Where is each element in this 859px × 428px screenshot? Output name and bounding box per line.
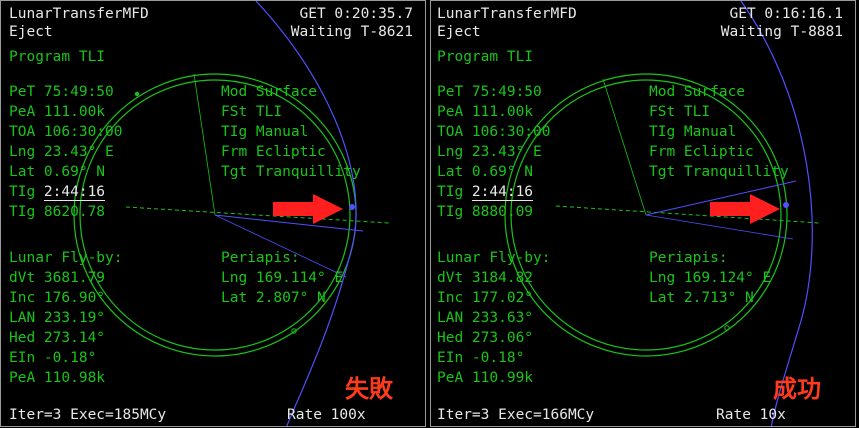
ejection-point-dot [783, 202, 789, 208]
ein-value: EIn -0.18° [437, 350, 525, 366]
tig-prefix: TIg [9, 184, 44, 200]
tig-input[interactable]: 2:44:16 [471, 184, 534, 201]
trajectory-vector-line [214, 214, 347, 278]
orbit-marker-ring [724, 325, 730, 331]
hed-value: Hed 273.06° [437, 330, 534, 346]
dvt-value: dVt 3184.82 [437, 270, 534, 286]
waiting-countdown: Waiting T-8621 [290, 24, 413, 40]
tig-seconds: TIg 8620.78 [9, 204, 106, 220]
lng-value: Lng 23.43° E [9, 144, 114, 160]
periapsis-lat: Lat 2.713° N [649, 290, 754, 306]
pet-value: PeT 75:49:50 [9, 84, 114, 100]
lan-value: LAN 233.63° [437, 310, 534, 326]
inc-value: Inc 177.02° [437, 290, 534, 306]
program-label: Program TLI [9, 49, 106, 65]
time-rate: Rate 10x [716, 407, 786, 423]
tig-seconds: TIg 8880.09 [437, 204, 534, 220]
pea2-value: PeA 110.99k [437, 370, 534, 386]
ejection-point-dot [349, 204, 355, 210]
inc-value: Inc 176.90° [9, 290, 106, 306]
mod-setting[interactable]: Mod Surface [649, 83, 745, 101]
mode-label: Eject [437, 24, 481, 40]
target-setting[interactable]: Tgt Tranquillity [221, 163, 361, 181]
result-label-failure: 失敗 [345, 375, 393, 403]
periapsis-lng: Lng 169.124° E [649, 270, 772, 286]
mfd-title: LunarTransferMFD [9, 6, 149, 22]
periapsis-lng: Lng 169.114° E [221, 270, 344, 286]
fst-setting[interactable]: FSt TLI [221, 103, 282, 121]
radial-line [193, 73, 216, 216]
mfd-panel-left: LunarTransferMFD GET 0:20:35.7 Eject Wai… [0, 0, 426, 427]
toa-value: TOA 106:30:00 [9, 124, 123, 140]
mode-label: Eject [9, 24, 53, 40]
lat-value: Lat 0.69° N [437, 164, 534, 180]
target-setting[interactable]: Tgt Tranquillity [649, 163, 789, 181]
tig-row: TIg 2:44:16 [437, 183, 534, 201]
tig-input[interactable]: 2:44:16 [43, 184, 106, 201]
lng-value: Lng 23.43° E [437, 144, 542, 160]
time-rate: Rate 100x [287, 407, 366, 423]
pea-value: PeA 111.00k [9, 104, 106, 120]
hed-value: Hed 273.14° [9, 330, 106, 346]
periapsis-header: Periapis: [649, 250, 728, 266]
tig-mode-setting[interactable]: TIg Manual [221, 123, 308, 141]
flyby-header: Lunar Fly-by: [437, 250, 551, 266]
radial-line [602, 78, 647, 216]
mfd-panel-right: LunarTransferMFD GET 0:16:16.1 Eject Wai… [430, 0, 856, 427]
pea2-value: PeA 110.98k [9, 370, 106, 386]
red-arrow-icon [710, 194, 780, 224]
iter-exec-status: Iter=3 Exec=185MCy [9, 407, 167, 423]
flyby-header: Lunar Fly-by: [9, 250, 123, 266]
periapsis-header: Periapis: [221, 250, 300, 266]
orbit-marker-dot [134, 91, 140, 97]
mfd-title: LunarTransferMFD [437, 6, 577, 22]
lat-value: Lat 0.69° N [9, 164, 106, 180]
red-arrow-icon [273, 194, 343, 224]
tig-mode-setting[interactable]: TIg Manual [649, 123, 736, 141]
iter-exec-status: Iter=3 Exec=166MCy [437, 407, 595, 423]
result-label-success: 成功 [773, 375, 821, 403]
dvt-value: dVt 3681.79 [9, 270, 106, 286]
waiting-countdown: Waiting T-8881 [720, 24, 843, 40]
get-clock: GET 0:16:16.1 [729, 6, 844, 22]
pet-value: PeT 75:49:50 [437, 84, 542, 100]
mod-setting[interactable]: Mod Surface [221, 83, 317, 101]
frame-setting[interactable]: Frm Ecliptic [221, 143, 326, 161]
pea-value: PeA 111.00k [437, 104, 534, 120]
tig-prefix: TIg [437, 184, 472, 200]
ein-value: EIn -0.18° [9, 350, 97, 366]
periapsis-lat: Lat 2.807° N [221, 290, 326, 306]
frame-setting[interactable]: Frm Ecliptic [649, 143, 754, 161]
tig-row: TIg 2:44:16 [9, 183, 106, 201]
lan-value: LAN 233.19° [9, 310, 106, 326]
get-clock: GET 0:20:35.7 [299, 6, 414, 22]
toa-value: TOA 106:30:00 [437, 124, 551, 140]
fst-setting[interactable]: FSt TLI [649, 103, 710, 121]
program-label: Program TLI [437, 49, 534, 65]
